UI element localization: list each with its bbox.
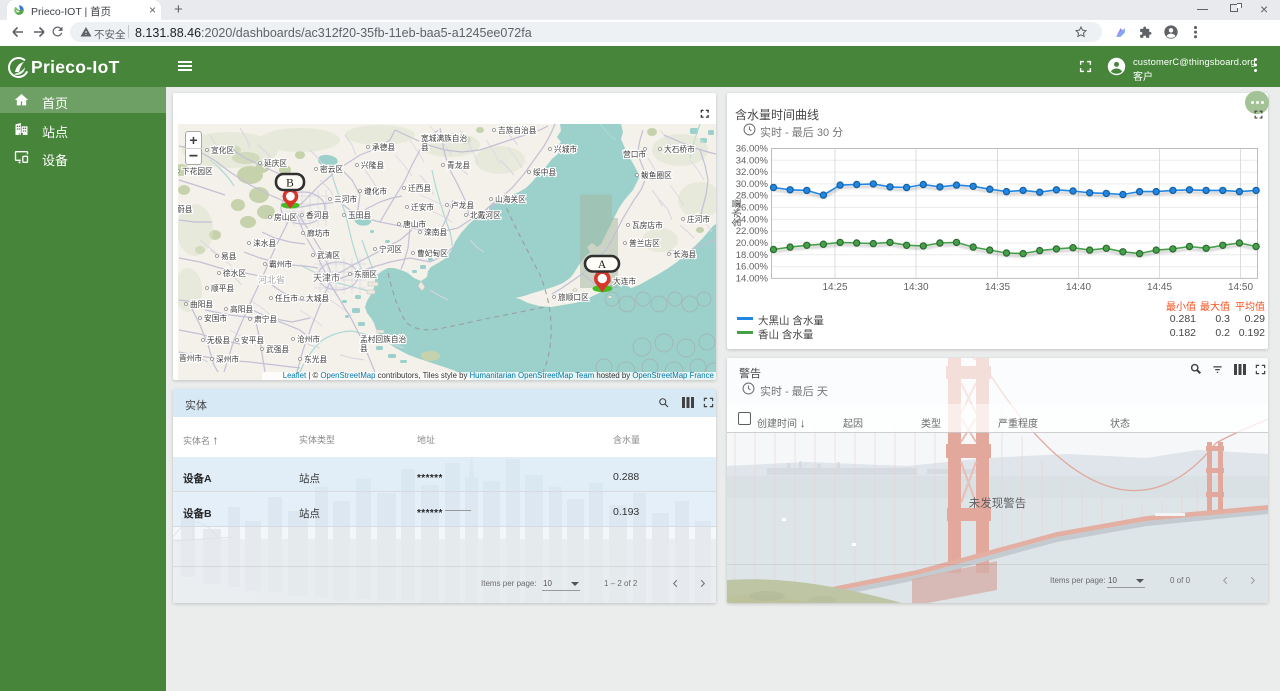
svg-text:三河市: 三河市 xyxy=(334,194,357,204)
svg-text:16.00%: 16.00% xyxy=(736,262,769,273)
svg-text:东丽区: 东丽区 xyxy=(354,269,377,279)
svg-text:廊坊市: 廊坊市 xyxy=(307,228,330,238)
svg-text:14.00%: 14.00% xyxy=(736,273,769,284)
svg-text:武清区: 武清区 xyxy=(317,250,340,260)
svg-text:大石桥市: 大石桥市 xyxy=(664,144,695,154)
svg-text:14:40: 14:40 xyxy=(1066,282,1091,293)
svg-text:安国市: 安国市 xyxy=(204,313,227,323)
svg-text:含水量: 含水量 xyxy=(731,198,743,227)
svg-text:安平县: 安平县 xyxy=(241,335,264,345)
svg-text:吉族自治县: 吉族自治县 xyxy=(498,125,537,135)
svg-text:高阳县: 高阳县 xyxy=(230,304,253,314)
svg-text:宣化区: 宣化区 xyxy=(211,145,234,155)
svg-text:山海关区: 山海关区 xyxy=(495,194,526,204)
svg-text:18.00%: 18.00% xyxy=(736,250,769,261)
svg-text:北戴河区: 北戴河区 xyxy=(470,210,501,220)
svg-text:密云区: 密云区 xyxy=(320,164,343,174)
svg-text:瓦房店市: 瓦房店市 xyxy=(632,220,663,230)
svg-text:14:50: 14:50 xyxy=(1228,282,1253,293)
svg-text:顺平县: 顺平县 xyxy=(211,284,234,293)
svg-text:沧州市: 沧州市 xyxy=(297,334,320,344)
svg-text:大城县: 大城县 xyxy=(306,293,329,303)
svg-text:天津市: 天津市 xyxy=(313,272,340,283)
svg-text:河北省: 河北省 xyxy=(258,274,285,285)
svg-text:曲阳县: 曲阳县 xyxy=(190,299,213,309)
svg-text:14:30: 14:30 xyxy=(903,282,928,293)
svg-text:迁安市: 迁安市 xyxy=(411,202,434,212)
svg-text:承德县: 承德县 xyxy=(372,142,395,152)
svg-text:武强县: 武强县 xyxy=(266,344,289,354)
svg-text:卢龙县: 卢龙县 xyxy=(451,200,474,210)
svg-text:县: 县 xyxy=(421,143,429,152)
svg-text:东光县: 东光县 xyxy=(304,354,327,364)
svg-text:14:35: 14:35 xyxy=(985,282,1010,293)
svg-text:唐山市: 唐山市 xyxy=(403,219,426,229)
svg-text:青龙县: 青龙县 xyxy=(447,160,470,170)
svg-text:宽城满族自治: 宽城满族自治 xyxy=(421,133,467,143)
svg-text:下花园区: 下花园区 xyxy=(182,166,213,176)
svg-text:霸州市: 霸州市 xyxy=(269,259,292,269)
svg-text:肃宁县: 肃宁县 xyxy=(254,314,277,324)
svg-text:营口市: 营口市 xyxy=(623,149,646,159)
svg-text:孟村回族自治: 孟村回族自治 xyxy=(360,334,406,344)
svg-text:20.00%: 20.00% xyxy=(736,238,769,249)
svg-text:宁河区: 宁河区 xyxy=(379,244,402,254)
svg-text:房山区: 房山区 xyxy=(274,212,297,222)
svg-text:普兰店区: 普兰店区 xyxy=(629,238,660,248)
svg-text:长海县: 长海县 xyxy=(673,249,696,259)
svg-text:34.00%: 34.00% xyxy=(736,155,769,166)
svg-text:庄河市: 庄河市 xyxy=(687,214,710,224)
svg-text:兴隆县: 兴隆县 xyxy=(361,160,384,170)
svg-text:无极县: 无极县 xyxy=(207,335,230,345)
svg-text:绥中县: 绥中县 xyxy=(533,167,556,177)
svg-text:徐水区: 徐水区 xyxy=(223,268,246,278)
svg-text:滦南县: 滦南县 xyxy=(424,227,447,237)
svg-text:蔚县: 蔚县 xyxy=(178,204,193,214)
svg-text:30.00%: 30.00% xyxy=(736,179,769,190)
svg-text:香河县: 香河县 xyxy=(306,210,329,220)
svg-text:深州市: 深州市 xyxy=(216,354,239,364)
svg-text:兴城市: 兴城市 xyxy=(554,144,577,154)
svg-text:县: 县 xyxy=(360,344,368,353)
svg-text:14:45: 14:45 xyxy=(1147,282,1172,293)
svg-text:36.00%: 36.00% xyxy=(736,144,769,155)
svg-text:玉田县: 玉田县 xyxy=(348,211,371,220)
svg-text:任丘市: 任丘市 xyxy=(275,293,298,303)
svg-text:迁西县: 迁西县 xyxy=(408,183,431,193)
svg-text:鲅鱼圈区: 鲅鱼圈区 xyxy=(641,170,672,180)
svg-text:14:25: 14:25 xyxy=(822,282,847,293)
svg-text:易县: 易县 xyxy=(221,252,237,261)
svg-text:曹妃甸区: 曹妃甸区 xyxy=(417,248,448,258)
svg-text:涞水县: 涞水县 xyxy=(253,238,276,248)
svg-text:旅顺口区: 旅顺口区 xyxy=(558,292,589,302)
svg-text:遵化市: 遵化市 xyxy=(364,186,387,196)
svg-text:A: A xyxy=(598,259,607,271)
svg-text:晋州市: 晋州市 xyxy=(179,353,202,363)
svg-text:B: B xyxy=(286,178,294,190)
svg-text:延庆区: 延庆区 xyxy=(264,158,287,168)
svg-text:大连市: 大连市 xyxy=(613,276,636,286)
svg-text:32.00%: 32.00% xyxy=(736,167,769,178)
